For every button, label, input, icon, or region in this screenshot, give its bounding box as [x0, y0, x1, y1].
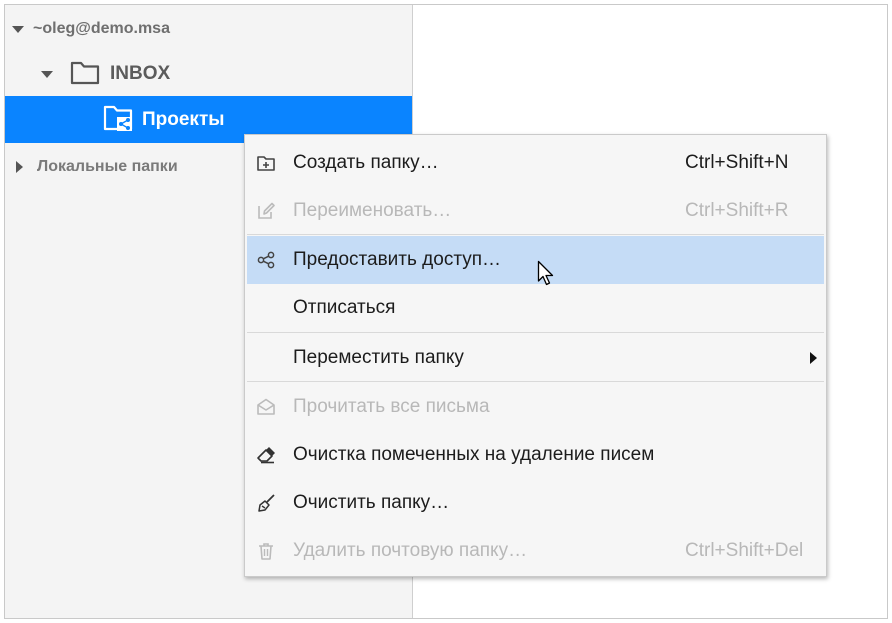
menu-item-delete-folder[interactable]: Удалить почтовую папку… Ctrl+Shift+Del [247, 527, 824, 575]
inbox-label: INBOX [110, 63, 171, 84]
new-folder-icon [256, 153, 276, 173]
folder-icon [70, 59, 100, 90]
shared-folder-icon [102, 102, 134, 137]
tree-item-account[interactable]: ~oleg@demo.msa [5, 11, 412, 47]
mouse-pointer-icon [537, 260, 557, 288]
menu-item-new-folder[interactable]: Создать папку… Ctrl+Shift+N [247, 139, 824, 187]
trash-icon [256, 541, 276, 561]
menu-item-unsubscribe[interactable]: Отписаться [247, 284, 824, 332]
menu-item-label: Прочитать все письма [293, 396, 490, 417]
expand-caret-icon[interactable] [41, 70, 53, 78]
menu-separator [247, 234, 824, 235]
open-envelope-icon [256, 397, 276, 417]
menu-item-label: Очистка помеченных на удаление писем [293, 444, 655, 465]
menu-item-shortcut: Ctrl+Shift+R [685, 200, 789, 221]
menu-item-mark-all-read[interactable]: Прочитать все письма [247, 383, 824, 431]
tree-item-inbox[interactable]: INBOX [5, 53, 412, 95]
menu-item-label: Переместить папку [293, 347, 464, 368]
menu-item-rename[interactable]: Переименовать… Ctrl+Shift+R [247, 187, 824, 235]
broom-icon [256, 493, 276, 513]
expand-caret-icon[interactable] [12, 25, 24, 33]
local-folders-label: Локальные папки [37, 158, 178, 175]
rename-icon [256, 201, 276, 221]
projects-label: Проекты [142, 108, 225, 130]
account-label: ~oleg@demo.msa [33, 20, 170, 37]
folder-context-menu: Создать папку… Ctrl+Shift+N Переименоват… [244, 134, 827, 577]
menu-item-label: Переименовать… [293, 200, 452, 221]
menu-separator [247, 381, 824, 382]
menu-item-compact[interactable]: Очистка помеченных на удаление писем [247, 431, 824, 479]
submenu-arrow-icon [810, 352, 817, 364]
menu-item-shortcut: Ctrl+Shift+Del [685, 540, 804, 561]
menu-item-share[interactable]: Предоставить доступ… [247, 236, 824, 284]
menu-item-shortcut: Ctrl+Shift+N [685, 152, 789, 173]
menu-item-label: Отписаться [293, 297, 396, 318]
menu-item-move-folder[interactable]: Переместить папку [247, 334, 824, 382]
menu-item-label: Удалить почтовую папку… [293, 540, 528, 561]
menu-item-label: Создать папку… [293, 152, 439, 173]
menu-item-empty-folder[interactable]: Очистить папку… [247, 479, 824, 527]
menu-separator [247, 332, 824, 333]
eraser-icon [256, 445, 276, 465]
menu-item-label: Очистить папку… [293, 492, 450, 513]
share-icon [256, 250, 276, 270]
collapse-caret-icon[interactable] [16, 161, 23, 173]
menu-item-label: Предоставить доступ… [293, 249, 502, 270]
